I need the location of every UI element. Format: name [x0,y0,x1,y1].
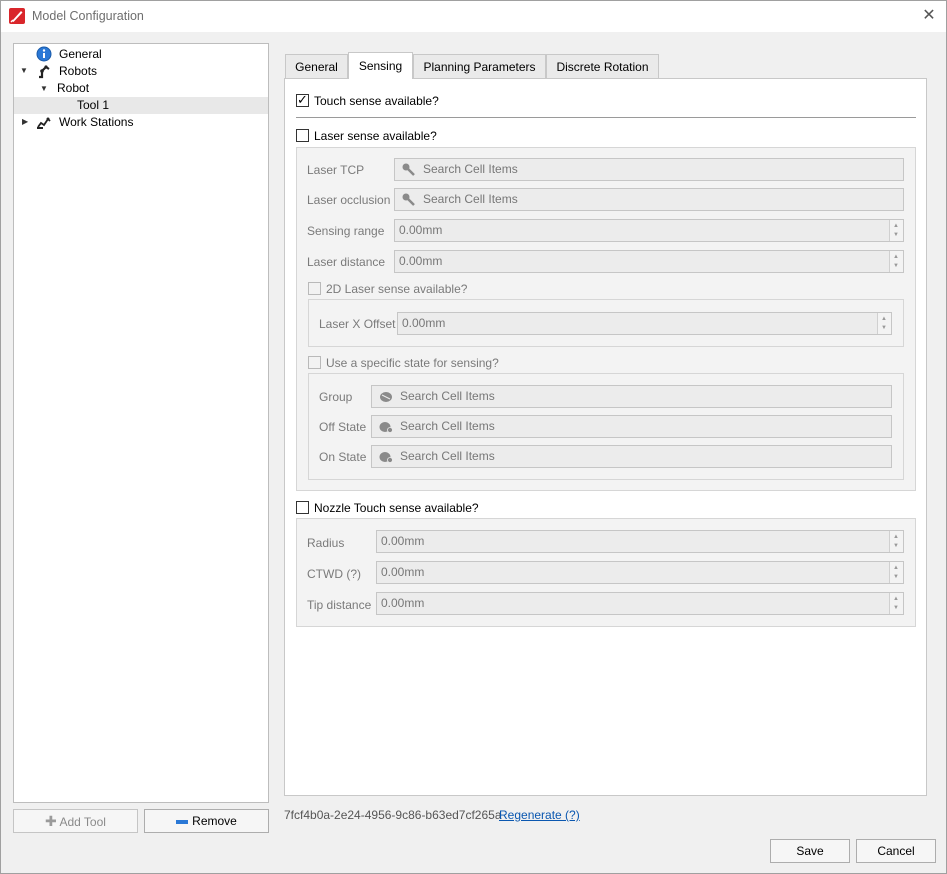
tab-general[interactable]: General [285,54,348,78]
spin-arrows-icon[interactable]: ▲ ▼ [889,251,903,272]
info-icon [36,46,52,62]
specific-state-checkbox[interactable] [308,356,321,369]
laser-2d-label: 2D Laser sense available? [326,282,468,296]
group-search[interactable]: Search Cell Items [371,385,892,408]
add-tool-button[interactable]: ✚ Add Tool [13,809,138,833]
window-title: Model Configuration [32,9,144,23]
collapse-arrow-icon[interactable]: ▶ [22,117,31,126]
laser-tcp-search[interactable]: Search Cell Items [394,158,904,181]
spin-arrows-icon[interactable]: ▲ ▼ [889,562,903,583]
laser-distance-spinbox[interactable]: 0.00mm ▲ ▼ [394,250,904,273]
laser-x-offset-spinbox[interactable]: 0.00mm ▲ ▼ [397,312,892,335]
laser-occlusion-label: Laser occlusion [307,193,391,207]
cancel-button[interactable]: Cancel [856,839,936,863]
tree-item-label: Work Stations [59,115,134,129]
tab-sensing[interactable]: Sensing [348,52,413,79]
radius-spinbox[interactable]: 0.00mm ▲ ▼ [376,530,904,553]
tree-item-robot[interactable]: Robot [57,80,257,97]
work-station-icon [37,117,51,129]
off-state-label: Off State [319,420,367,434]
tree-item-tool-1[interactable]: Tool 1 [14,97,268,114]
plus-icon: ✚ [45,813,57,829]
tcp-icon [402,193,415,206]
on-state-label: On State [319,450,367,464]
save-button[interactable]: Save [770,839,850,863]
on-state-search[interactable]: Search Cell Items [371,445,892,468]
tree-item-label: Tool 1 [77,98,110,112]
spin-arrows-icon[interactable]: ▲ ▼ [889,531,903,552]
model-configuration-window: Model Configuration ✕ General ▼ Robots ▼… [0,0,947,874]
group-icon [380,392,392,402]
divider [296,117,916,118]
tip-distance-label: Tip distance [307,598,372,612]
ctwd-spinbox[interactable]: 0.00mm ▲ ▼ [376,561,904,584]
tree-item-robots[interactable]: Robots [36,63,266,80]
tree-item-work-stations[interactable]: Work Stations [36,114,266,131]
tip-distance-spinbox[interactable]: 0.00mm ▲ ▼ [376,592,904,615]
expand-arrow-icon[interactable]: ▼ [20,66,29,75]
state-icon [379,452,393,463]
spin-arrows-icon[interactable]: ▲ ▼ [877,313,891,334]
laser-sense-label: Laser sense available? [314,129,437,143]
tree-item-label: General [59,47,102,61]
laser-x-offset-label: Laser X Offset [319,317,396,331]
tab-planning-parameters[interactable]: Planning Parameters [413,54,546,78]
model-tree[interactable]: General ▼ Robots ▼ Robot Tool 1 ▶ Work S… [13,43,269,803]
nozzle-touch-label: Nozzle Touch sense available? [314,501,479,515]
expand-arrow-icon[interactable]: ▼ [40,84,49,93]
remove-button[interactable]: Remove [144,809,269,833]
nozzle-touch-checkbox[interactable] [296,501,309,514]
title-bar: Model Configuration ✕ [1,1,946,32]
robot-arm-icon [39,65,50,79]
model-uuid: 7fcf4b0a-2e24-4956-9c86-b63ed7cf265a [284,808,502,822]
ctwd-label: CTWD (?) [307,567,361,581]
radius-label: Radius [307,536,345,550]
off-state-search[interactable]: Search Cell Items [371,415,892,438]
laser-tcp-label: Laser TCP [307,163,365,177]
regenerate-link[interactable]: Regenerate (?) [499,808,580,822]
tree-item-label: Robots [59,64,98,78]
tab-discrete-rotation[interactable]: Discrete Rotation [546,54,659,78]
checkmark-icon: ✓ [297,92,308,107]
app-logo-icon [9,8,25,24]
tree-item-label: Robot [57,81,90,95]
laser-occlusion-search[interactable]: Search Cell Items [394,188,904,211]
tree-item-general[interactable]: General [36,46,266,63]
sensing-range-label: Sensing range [307,224,385,238]
spin-arrows-icon[interactable]: ▲ ▼ [889,593,903,614]
laser-2d-checkbox[interactable] [308,282,321,295]
sensing-range-spinbox[interactable]: 0.00mm ▲ ▼ [394,219,904,242]
touch-sense-label: Touch sense available? [314,94,439,108]
state-icon [379,422,393,433]
touch-sense-checkbox[interactable]: ✓ [296,92,309,107]
spin-arrows-icon[interactable]: ▲ ▼ [889,220,903,241]
specific-state-label: Use a specific state for sensing? [326,356,499,370]
minus-icon [176,819,189,824]
close-icon[interactable]: ✕ [920,7,938,25]
laser-distance-label: Laser distance [307,255,386,269]
tcp-icon [402,163,415,176]
laser-sense-checkbox[interactable] [296,129,309,142]
group-label: Group [319,390,353,404]
